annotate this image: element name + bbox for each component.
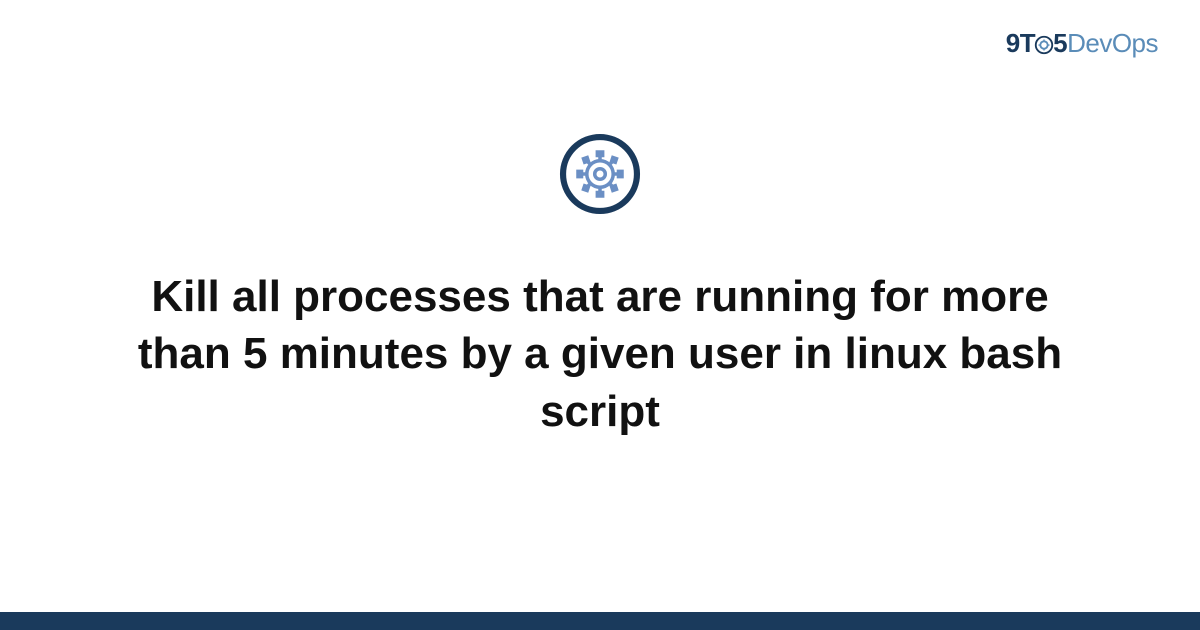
page-title: Kill all processes that are running for … [120, 268, 1080, 440]
logo-text-prefix: 9T [1006, 28, 1035, 58]
site-logo: 9T 5DevOps [1006, 28, 1158, 59]
footer-bar [0, 612, 1200, 630]
gear-icon [556, 130, 644, 218]
logo-text-mid: 5 [1053, 28, 1067, 58]
logo-gear-icon [1033, 32, 1055, 54]
main-content: Kill all processes that are running for … [0, 0, 1200, 630]
logo-text-suffix: DevOps [1067, 28, 1158, 58]
